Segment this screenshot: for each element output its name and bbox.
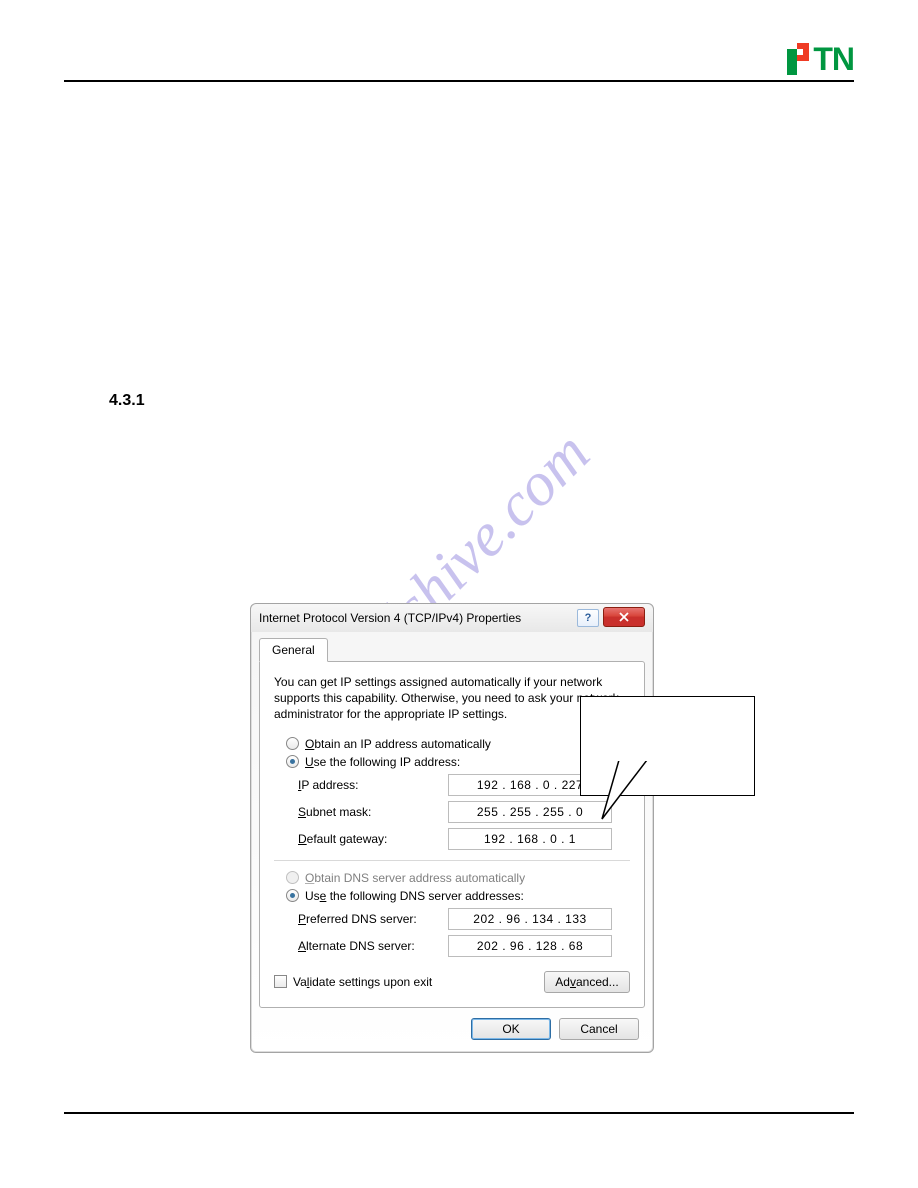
radio-icon [286, 737, 299, 750]
logo-p-icon [787, 43, 811, 75]
radio-icon [286, 871, 299, 884]
ipv4-properties-dialog: Internet Protocol Version 4 (TCP/IPv4) P… [250, 603, 654, 1053]
validate-checkbox[interactable] [274, 975, 287, 988]
subnet-mask-label: Subnet mask: [298, 805, 448, 819]
validate-row: Validate settings upon exit Advanced... [274, 971, 630, 993]
advanced-button[interactable]: Advanced... [544, 971, 630, 993]
radio-label: Use the following DNS server addresses: [305, 889, 524, 903]
radio-label: Obtain an IP address automatically [305, 737, 491, 751]
alternate-dns-label: Alternate DNS server: [298, 939, 448, 953]
page-footer-rule [64, 1112, 854, 1114]
ip-address-group: Obtain an IP address automatically Use t… [274, 737, 630, 850]
radio-label: Use the following IP address: [305, 755, 460, 769]
ip-address-label: IP address: [298, 778, 448, 792]
preferred-dns-input[interactable]: 202 . 96 . 134 . 133 [448, 908, 612, 930]
subnet-mask-input[interactable]: 255 . 255 . 255 . 0 [448, 801, 612, 823]
default-gateway-label: Default gateway: [298, 832, 448, 846]
page-header: TN [64, 38, 854, 82]
group-divider [274, 860, 630, 861]
preferred-dns-row: Preferred DNS server: 202 . 96 . 134 . 1… [298, 908, 630, 930]
preferred-dns-label: Preferred DNS server: [298, 912, 448, 926]
default-gateway-input[interactable]: 192 . 168 . 0 . 1 [448, 828, 612, 850]
close-icon [619, 612, 629, 622]
default-gateway-row: Default gateway: 192 . 168 . 0 . 1 [298, 828, 630, 850]
dns-group: Obtain DNS server address automatically … [274, 871, 630, 957]
close-button[interactable] [603, 607, 645, 627]
radio-icon [286, 755, 299, 768]
logo-text: TN [813, 41, 854, 78]
dialog-button-row: OK Cancel [251, 1008, 653, 1052]
radio-use-following-dns[interactable]: Use the following DNS server addresses: [286, 889, 630, 903]
cancel-button[interactable]: Cancel [559, 1018, 639, 1040]
alternate-dns-input[interactable]: 202 . 96 . 128 . 68 [448, 935, 612, 957]
ptn-logo: TN [787, 41, 854, 78]
panel-description: You can get IP settings assigned automat… [274, 674, 630, 723]
dialog-title: Internet Protocol Version 4 (TCP/IPv4) P… [259, 611, 577, 625]
radio-obtain-dns-auto: Obtain DNS server address automatically [286, 871, 630, 885]
radio-icon [286, 889, 299, 902]
callout-pointer-icon [601, 760, 671, 820]
validate-label: Validate settings upon exit [293, 975, 432, 989]
ok-button[interactable]: OK [471, 1018, 551, 1040]
tab-strip: General [251, 632, 653, 662]
radio-use-following-ip[interactable]: Use the following IP address: [286, 755, 630, 769]
subnet-mask-row: Subnet mask: 255 . 255 . 255 . 0 [298, 801, 630, 823]
radio-obtain-ip-auto[interactable]: Obtain an IP address automatically [286, 737, 630, 751]
document-page: TN 4.3.1 manualshive.com Internet Protoc… [0, 0, 918, 1188]
radio-label: Obtain DNS server address automatically [305, 871, 525, 885]
dialog-titlebar[interactable]: Internet Protocol Version 4 (TCP/IPv4) P… [251, 604, 653, 632]
help-button[interactable]: ? [577, 609, 599, 627]
section-number: 4.3.1 [109, 392, 854, 410]
tab-general[interactable]: General [259, 638, 328, 662]
alternate-dns-row: Alternate DNS server: 202 . 96 . 128 . 6… [298, 935, 630, 957]
